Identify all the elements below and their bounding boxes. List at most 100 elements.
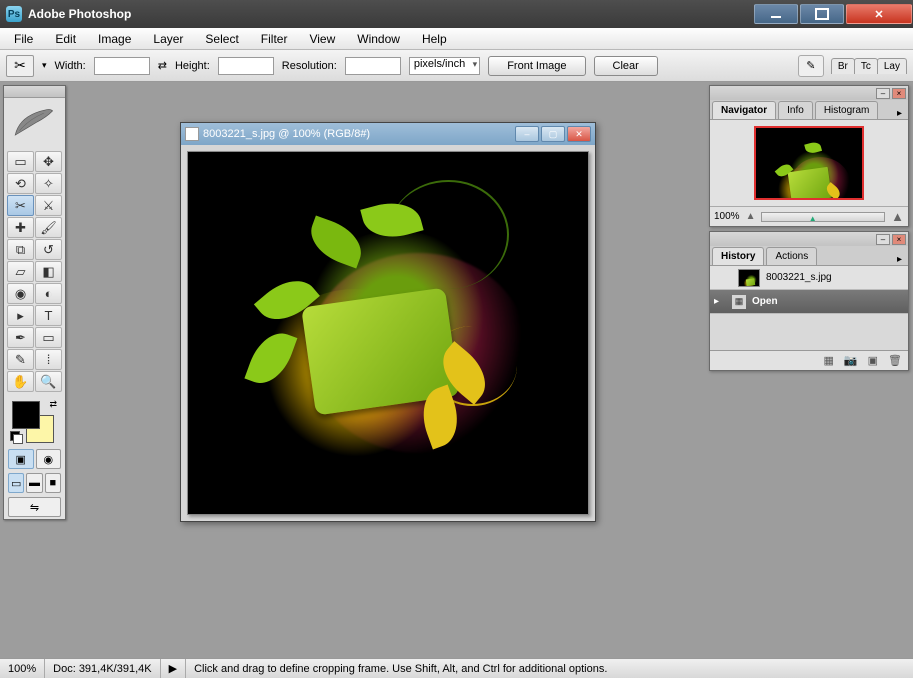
well-tab-brushes[interactable]: Br — [831, 58, 855, 74]
brush-tool[interactable]: 🖌 — [35, 217, 62, 238]
swap-colors-icon[interactable]: ⇄ — [49, 399, 57, 410]
hand-tool[interactable]: ✋ — [7, 371, 34, 392]
navigator-zoom-value[interactable]: 100% — [714, 211, 740, 222]
panel-close-button[interactable]: × — [892, 88, 906, 99]
zoom-slider[interactable] — [761, 212, 885, 222]
resolution-unit-select[interactable]: pixels/inch — [409, 57, 480, 75]
menu-image[interactable]: Image — [88, 30, 141, 48]
document-titlebar[interactable]: ▦ 8003221_s.jpg @ 100% (RGB/8#) – ▢ ✕ — [181, 123, 595, 145]
history-state-label: Open — [752, 296, 778, 307]
panel-menu-icon[interactable]: ▸ — [891, 108, 908, 119]
status-zoom[interactable]: 100% — [0, 659, 45, 678]
new-state-icon[interactable]: ▣ — [868, 354, 878, 367]
dodge-tool[interactable]: ◐ — [35, 283, 62, 304]
panel-menu-icon[interactable]: ▸ — [891, 254, 908, 265]
eraser-tool[interactable]: ▱ — [7, 261, 34, 282]
tab-histogram[interactable]: Histogram — [815, 101, 879, 119]
gradient-tool[interactable]: ◧ — [35, 261, 62, 282]
resolution-input[interactable] — [345, 57, 401, 75]
menu-view[interactable]: View — [299, 30, 345, 48]
navigator-thumbnail[interactable] — [754, 126, 864, 200]
screen-standard-button[interactable]: ▭ — [8, 473, 24, 493]
menu-window[interactable]: Window — [347, 30, 410, 48]
history-source-row[interactable]: 8003221_s.jpg — [710, 266, 908, 290]
artwork-preview — [187, 151, 589, 515]
eyedropper-tool[interactable]: ⁞ — [35, 349, 62, 370]
chevron-down-icon[interactable]: ▾ — [42, 60, 47, 71]
zoom-in-icon[interactable]: ▲ — [891, 209, 904, 224]
history-brush-source-icon[interactable]: ▸ — [714, 296, 726, 307]
screen-fullmenu-button[interactable]: ▬ — [26, 473, 42, 493]
app-title: Adobe Photoshop — [28, 7, 131, 21]
height-input[interactable] — [218, 57, 274, 75]
well-tab-layercomps[interactable]: Lay — [877, 58, 907, 74]
lasso-tool[interactable]: ⟲ — [7, 173, 34, 194]
tool-grid: ▭ ✥ ⟲ ✧ ✂ ⚔ ✚ 🖌 ⧉ ↺ ▱ ◧ ◉ ◐ ▸ T ✒ ▭ ✎ ⁞ … — [4, 148, 65, 395]
menu-help[interactable]: Help — [412, 30, 457, 48]
menu-layer[interactable]: Layer — [143, 30, 193, 48]
well-tab-toolpresets[interactable]: Tc — [854, 58, 878, 74]
tab-actions[interactable]: Actions — [766, 247, 817, 265]
zoom-tool[interactable]: 🔍 — [35, 371, 62, 392]
document-title: 8003221_s.jpg @ 100% (RGB/8#) — [203, 128, 370, 140]
width-input[interactable] — [94, 57, 150, 75]
new-document-from-state-icon[interactable]: ▦ — [824, 354, 834, 367]
clone-stamp-tool[interactable]: ⧉ — [7, 239, 34, 260]
blur-tool[interactable]: ◉ — [7, 283, 34, 304]
document-icon: ▦ — [185, 127, 199, 141]
menu-filter[interactable]: Filter — [251, 30, 298, 48]
delete-state-icon[interactable]: 🗑 — [888, 354, 902, 367]
slice-tool[interactable]: ⚔ — [35, 195, 62, 216]
photoshop-feather-icon — [4, 98, 65, 148]
crop-tool[interactable]: ✂ — [7, 195, 34, 216]
close-button[interactable] — [846, 4, 912, 24]
move-tool[interactable]: ✥ — [35, 151, 62, 172]
zoom-out-icon[interactable]: ▲ — [746, 211, 756, 222]
notes-tool[interactable]: ✎ — [7, 349, 34, 370]
type-tool[interactable]: T — [35, 305, 62, 326]
status-hint: Click and drag to define cropping frame.… — [186, 659, 615, 678]
tab-navigator[interactable]: Navigator — [712, 101, 776, 119]
foreground-color[interactable] — [12, 401, 40, 429]
doc-close-button[interactable]: ✕ — [567, 126, 591, 142]
toolbox-drag-handle[interactable] — [4, 86, 65, 98]
quickmask-mode-button[interactable]: ◉ — [36, 449, 62, 469]
doc-minimize-button[interactable]: – — [515, 126, 539, 142]
menu-file[interactable]: File — [4, 30, 43, 48]
jump-to-imageready-button[interactable]: ⇋ — [8, 497, 61, 517]
active-tool-indicator[interactable]: ✂ — [6, 55, 34, 77]
document-window: ▦ 8003221_s.jpg @ 100% (RGB/8#) – ▢ ✕ — [180, 122, 596, 522]
new-snapshot-icon[interactable]: 📷 — [844, 354, 858, 367]
history-state-row[interactable]: ▸ ▦ Open — [710, 290, 908, 314]
standard-mode-button[interactable]: ▣ — [8, 449, 34, 469]
tab-info[interactable]: Info — [778, 101, 813, 119]
path-select-tool[interactable]: ▸ — [7, 305, 34, 326]
menu-edit[interactable]: Edit — [45, 30, 86, 48]
panel-minimize-button[interactable]: – — [876, 88, 890, 99]
workspace: ▭ ✥ ⟲ ✧ ✂ ⚔ ✚ 🖌 ⧉ ↺ ▱ ◧ ◉ ◐ ▸ T ✒ ▭ ✎ ⁞ … — [0, 82, 913, 658]
default-colors-icon[interactable] — [10, 431, 22, 443]
tab-history[interactable]: History — [712, 247, 764, 265]
palette-well: Br Tc Lay — [832, 58, 907, 74]
status-menu-icon[interactable]: ▶ — [161, 659, 186, 678]
swap-dimensions-icon[interactable]: ⇄ — [158, 59, 167, 72]
panel-close-button[interactable]: × — [892, 234, 906, 245]
history-source-name: 8003221_s.jpg — [766, 272, 832, 283]
shape-tool[interactable]: ▭ — [35, 327, 62, 348]
history-brush-tool[interactable]: ↺ — [35, 239, 62, 260]
front-image-button[interactable]: Front Image — [488, 56, 585, 76]
doc-maximize-button[interactable]: ▢ — [541, 126, 565, 142]
canvas[interactable] — [187, 151, 589, 515]
menu-select[interactable]: Select — [195, 30, 248, 48]
status-docsize[interactable]: Doc: 391,4K/391,4K — [45, 659, 160, 678]
marquee-tool[interactable]: ▭ — [7, 151, 34, 172]
maximize-button[interactable] — [800, 4, 844, 24]
brush-preset-icon[interactable]: ✎ — [798, 55, 824, 77]
minimize-button[interactable] — [754, 4, 798, 24]
panel-minimize-button[interactable]: – — [876, 234, 890, 245]
screen-full-button[interactable]: ■ — [45, 473, 61, 493]
magic-wand-tool[interactable]: ✧ — [35, 173, 62, 194]
healing-brush-tool[interactable]: ✚ — [7, 217, 34, 238]
clear-button[interactable]: Clear — [594, 56, 658, 76]
pen-tool[interactable]: ✒ — [7, 327, 34, 348]
